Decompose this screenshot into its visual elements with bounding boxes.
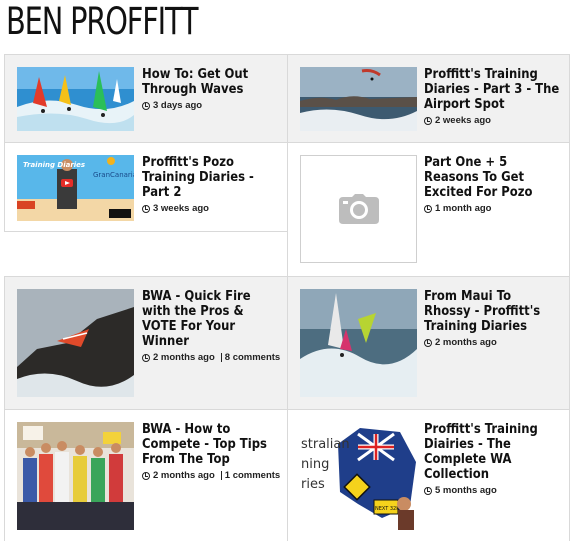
article-title-link[interactable]: Part One + 5 Reasons To Get Excited For … <box>424 155 562 200</box>
clock-icon <box>142 204 150 213</box>
article-thumbnail[interactable]: Training Diaries GranCanaria <box>17 155 134 221</box>
article-thumbnail[interactable] <box>17 289 134 397</box>
article-comments-link[interactable]: 8 comments <box>220 353 280 362</box>
article-meta: 3 days ago <box>142 100 282 111</box>
article-thumbnail[interactable] <box>300 289 417 397</box>
article-thumbnail[interactable] <box>17 67 134 131</box>
article-meta: 2 months ago 8 comments <box>142 352 282 363</box>
article-meta: 5 months ago <box>424 485 564 496</box>
article-card[interactable]: BWA - How to Compete - Top Tips From The… <box>4 409 287 541</box>
article-thumbnail[interactable]: NEXT 32km stralian ning ries <box>300 422 417 530</box>
aus-line2: ning <box>301 457 329 472</box>
article-title-link[interactable]: BWA - Quick Fire with the Pros & VOTE Fo… <box>142 289 280 349</box>
article-info: Proffitt's Training Diairies - The Compl… <box>424 422 564 496</box>
video-caption: Training Diaries <box>23 161 85 169</box>
article-time: 3 weeks ago <box>153 203 209 214</box>
article-time: 5 months ago <box>435 485 497 496</box>
article-grid: How To: Get Out Through Waves 3 days ago… <box>4 54 570 541</box>
article-meta: 2 months ago <box>424 337 564 348</box>
article-card[interactable]: NEXT 32km stralian ning ries Proffitt's … <box>288 409 570 541</box>
aus-line1: stralian <box>301 437 350 452</box>
aus-line3: ries <box>301 477 325 492</box>
article-card[interactable]: From Maui To Rhossy - Proffitt's Trainin… <box>288 276 570 409</box>
article-info: BWA - Quick Fire with the Pros & VOTE Fo… <box>142 289 282 363</box>
article-title-link[interactable]: Proffitt's Training Diaries - Part 3 - T… <box>424 67 562 112</box>
clock-icon <box>142 471 150 480</box>
article-time: 1 month ago <box>435 203 492 214</box>
article-info: Proffitt's Training Diaries - Part 3 - T… <box>424 67 564 126</box>
article-thumbnail[interactable] <box>300 67 417 131</box>
video-logo: GranCanaria <box>93 171 134 179</box>
article-card[interactable]: How To: Get Out Through Waves 3 days ago <box>4 54 287 142</box>
camera-icon <box>338 194 379 224</box>
clock-icon <box>142 353 150 362</box>
article-meta: 2 months ago 1 comments <box>142 470 282 481</box>
article-meta: 1 month ago <box>424 203 564 214</box>
clock-icon <box>424 338 432 347</box>
article-info: Proffitt's Pozo Training Diaries - Part … <box>142 155 282 214</box>
article-card[interactable]: Proffitt's Training Diaries - Part 3 - T… <box>288 54 570 142</box>
clock-icon <box>142 101 150 110</box>
article-card[interactable]: Part One + 5 Reasons To Get Excited For … <box>288 142 570 277</box>
article-title-link[interactable]: How To: Get Out Through Waves <box>142 67 280 97</box>
article-title-link[interactable]: From Maui To Rhossy - Proffitt's Trainin… <box>424 289 562 334</box>
clock-icon <box>424 204 432 213</box>
article-card[interactable]: BWA - Quick Fire with the Pros & VOTE Fo… <box>4 276 287 409</box>
article-title-link[interactable]: BWA - How to Compete - Top Tips From The… <box>142 422 280 467</box>
clock-icon <box>424 486 432 495</box>
article-info: From Maui To Rhossy - Proffitt's Trainin… <box>424 289 564 348</box>
article-thumbnail[interactable] <box>17 422 134 530</box>
column-divider <box>287 54 288 541</box>
clock-icon <box>424 116 432 125</box>
article-title-link[interactable]: Proffitt's Training Diairies - The Compl… <box>424 422 562 482</box>
article-time: 2 months ago <box>153 470 215 481</box>
article-info: How To: Get Out Through Waves 3 days ago <box>142 67 282 111</box>
article-card[interactable]: Training Diaries GranCanaria Proffitt's … <box>4 142 287 232</box>
page-title: BEN PROFFITT <box>6 0 199 43</box>
article-time: 2 weeks ago <box>435 115 491 126</box>
article-time: 3 days ago <box>153 100 203 111</box>
article-meta: 3 weeks ago <box>142 203 282 214</box>
article-info: Part One + 5 Reasons To Get Excited For … <box>424 155 564 214</box>
article-time: 2 months ago <box>153 352 215 363</box>
article-comments-link[interactable]: 1 comments <box>220 471 280 480</box>
article-time: 2 months ago <box>435 337 497 348</box>
article-title-link[interactable]: Proffitt's Pozo Training Diaries - Part … <box>142 155 280 200</box>
article-info: BWA - How to Compete - Top Tips From The… <box>142 422 282 481</box>
article-thumbnail[interactable] <box>300 155 417 263</box>
article-meta: 2 weeks ago <box>424 115 564 126</box>
